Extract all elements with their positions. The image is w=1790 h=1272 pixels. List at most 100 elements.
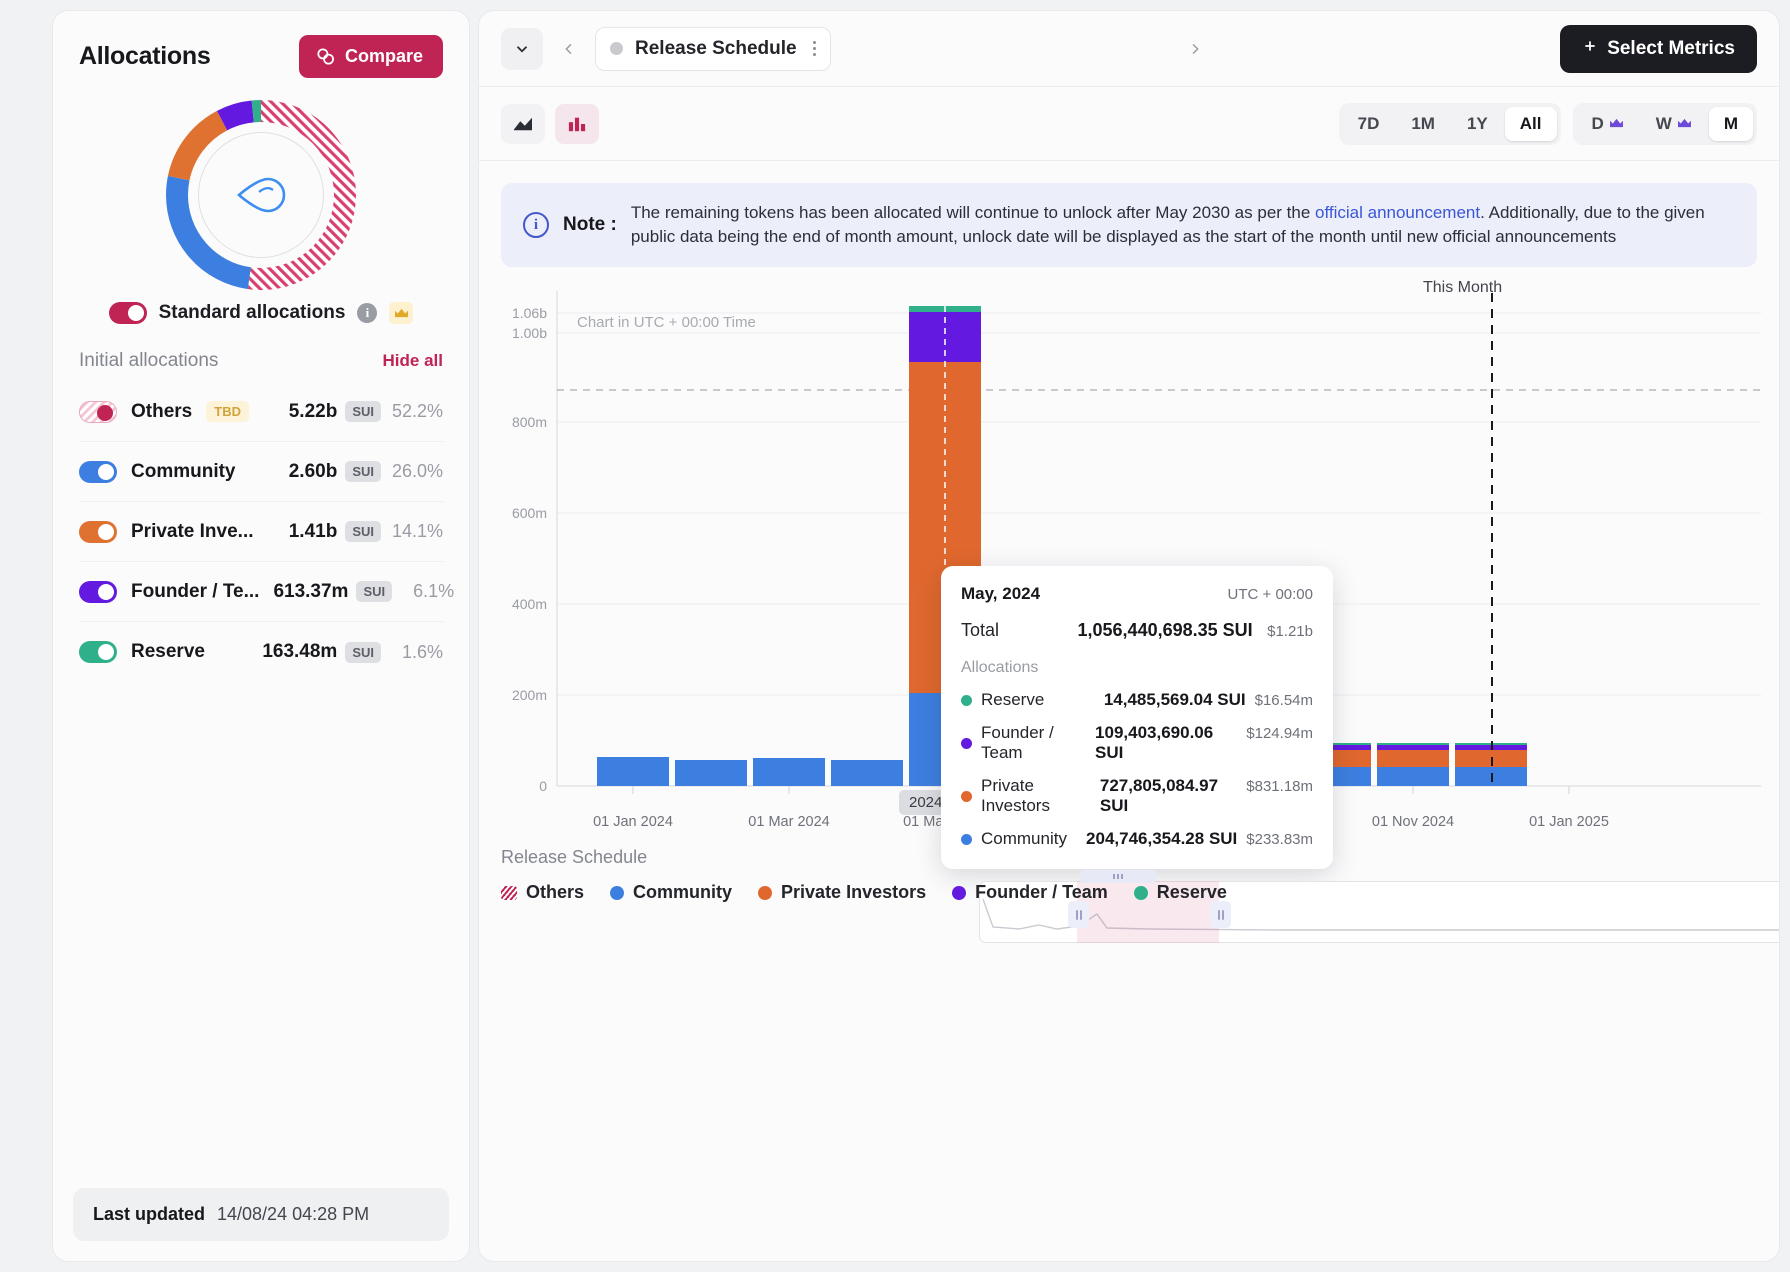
note-text-before: The remaining tokens has been allocated … xyxy=(631,203,1315,222)
legend-dot-founder-team xyxy=(961,738,972,749)
release-schedule-chart: 1.06b 1.00b 800m 600m 400m 200m 0 xyxy=(479,281,1779,921)
time-range-group: 7D 1M 1Y All xyxy=(1339,103,1561,145)
allocations-donut-chart xyxy=(53,90,469,300)
list-item[interactable]: Founder / Te... 613.37m SUI 6.1% xyxy=(79,562,443,622)
tab-release-schedule[interactable]: Release Schedule xyxy=(595,27,831,71)
tooltip-row: Community 204,746,354.28 SUI $233.83m xyxy=(961,829,1313,849)
svg-text:600m: 600m xyxy=(512,505,547,521)
brush-handle-right[interactable] xyxy=(1210,901,1231,928)
list-item[interactable]: Community 2.60b SUI 26.0% xyxy=(79,442,443,502)
crown-icon xyxy=(1609,114,1624,134)
legend-item-others[interactable]: Others xyxy=(501,882,584,903)
select-metrics-button[interactable]: Select Metrics xyxy=(1560,25,1757,73)
tooltip-row: Founder / Team 109,403,690.06 SUI $124.9… xyxy=(961,723,1313,763)
hide-all-button[interactable]: Hide all xyxy=(383,351,443,371)
chart-footer-title: Release Schedule xyxy=(501,847,1757,868)
allocation-toggle-founder-team[interactable] xyxy=(79,581,117,603)
allocation-toggle-community[interactable] xyxy=(79,461,117,483)
tooltip-row-name: Reserve xyxy=(981,690,1044,710)
sui-droplet-icon xyxy=(239,169,283,221)
allocation-percent: 26.0% xyxy=(389,461,443,482)
tbd-badge: TBD xyxy=(206,401,249,422)
allocation-unit: SUI xyxy=(345,401,381,422)
allocation-toggle-private-investors[interactable] xyxy=(79,521,117,543)
svg-text:800m: 800m xyxy=(512,414,547,430)
info-icon[interactable]: i xyxy=(357,303,377,323)
legend-swatch-private-investors xyxy=(758,886,772,900)
kebab-menu-icon[interactable] xyxy=(809,41,816,56)
range-1y[interactable]: 1Y xyxy=(1452,107,1503,141)
allocation-toggle-others[interactable] xyxy=(79,401,117,423)
standard-allocations-row: Standard allocations i xyxy=(53,300,469,324)
note-banner: i Note : The remaining tokens has been a… xyxy=(501,183,1757,267)
tooltip-row-name: Private Investors xyxy=(981,776,1100,816)
last-updated-value: 14/08/24 04:28 PM xyxy=(217,1204,369,1225)
allocation-name: Private Inve... xyxy=(131,521,254,543)
standard-allocations-toggle[interactable] xyxy=(109,302,147,324)
allocation-percent: 1.6% xyxy=(389,642,443,663)
allocation-unit: SUI xyxy=(345,642,381,663)
legend-label: Community xyxy=(633,882,732,903)
allocation-amount: 613.37m xyxy=(273,581,348,603)
svg-text:400m: 400m xyxy=(512,596,547,612)
area-chart-icon[interactable] xyxy=(501,104,545,144)
allocations-list: Others TBD 5.22b SUI 52.2% Community 2.6… xyxy=(53,382,469,682)
chart-toolbar: Release Schedule Select Metrics xyxy=(479,11,1779,87)
tooltip-total-label: Total xyxy=(961,620,999,641)
compare-button[interactable]: Compare xyxy=(299,35,443,78)
allocation-amount: 5.22b xyxy=(289,401,338,423)
allocation-percent: 14.1% xyxy=(389,521,443,542)
page-title: Allocations xyxy=(79,42,210,71)
crown-icon[interactable] xyxy=(389,302,413,324)
tooltip-row-name: Community xyxy=(981,829,1067,849)
tooltip-date: May, 2024 xyxy=(961,584,1040,604)
legend-dot-reserve xyxy=(961,695,972,706)
list-item[interactable]: Reserve 163.48m SUI 1.6% xyxy=(79,622,443,682)
svg-text:01 Jan 2024: 01 Jan 2024 xyxy=(593,814,673,830)
allocations-sidebar: Allocations Compare xyxy=(52,10,470,1262)
range-all[interactable]: All xyxy=(1505,107,1557,141)
allocation-toggle-reserve[interactable] xyxy=(79,641,117,663)
tooltip-row-value: 727,805,084.97 SUI xyxy=(1100,776,1237,816)
note-text: The remaining tokens has been allocated … xyxy=(631,201,1735,249)
legend-label: Founder / Team xyxy=(975,882,1108,903)
sidebar-header: Allocations Compare xyxy=(53,11,469,86)
svg-text:01 Nov 2024: 01 Nov 2024 xyxy=(1372,814,1454,830)
standard-allocations-label: Standard allocations xyxy=(159,302,346,324)
legend-item-private-investors[interactable]: Private Investors xyxy=(758,882,926,903)
legend-item-community[interactable]: Community xyxy=(610,882,732,903)
allocation-unit: SUI xyxy=(356,581,392,602)
chevron-right-icon[interactable] xyxy=(1179,29,1211,69)
official-announcement-link[interactable]: official announcement xyxy=(1315,203,1480,222)
interval-weekly[interactable]: W xyxy=(1641,107,1707,141)
range-7d[interactable]: 7D xyxy=(1343,107,1395,141)
tooltip-row-value: 14,485,569.04 SUI xyxy=(1104,690,1246,710)
list-item[interactable]: Private Inve... 1.41b SUI 14.1% xyxy=(79,502,443,562)
interval-daily[interactable]: D xyxy=(1577,107,1639,141)
legend-item-reserve[interactable]: Reserve xyxy=(1134,882,1227,903)
tooltip-row-usd: $831.18m xyxy=(1246,778,1313,795)
bar-chart-icon[interactable] xyxy=(555,104,599,144)
allocation-name: Others xyxy=(131,401,192,423)
legend-item-founder-team[interactable]: Founder / Team xyxy=(952,882,1108,903)
select-metrics-label: Select Metrics xyxy=(1607,38,1735,60)
brush-handle-left[interactable] xyxy=(1068,901,1089,928)
info-circle-icon: i xyxy=(523,212,549,238)
allocation-name: Reserve xyxy=(131,641,205,663)
list-item[interactable]: Others TBD 5.22b SUI 52.2% xyxy=(79,382,443,442)
allocation-amount: 2.60b xyxy=(289,461,338,483)
interval-monthly[interactable]: M xyxy=(1709,107,1753,141)
allocation-percent: 6.1% xyxy=(400,581,454,602)
svg-text:01 Mar 2024: 01 Mar 2024 xyxy=(748,814,829,830)
note-label: Note : xyxy=(563,214,617,236)
chart-footer: Release Schedule Others Community Privat… xyxy=(479,847,1779,903)
tooltip-utc: UTC + 00:00 xyxy=(1228,586,1313,603)
initial-allocations-header: Initial allocations Hide all xyxy=(53,324,469,382)
tooltip-row-value: 204,746,354.28 SUI xyxy=(1086,829,1237,849)
tooltip-total-value: 1,056,440,698.35 SUI xyxy=(1078,620,1253,640)
legend-dot-community xyxy=(961,834,972,845)
chart-controls: 7D 1M 1Y All D W xyxy=(479,87,1779,161)
chevron-left-icon[interactable] xyxy=(553,29,585,69)
range-1m[interactable]: 1M xyxy=(1396,107,1450,141)
chevron-down-icon[interactable] xyxy=(501,28,543,70)
